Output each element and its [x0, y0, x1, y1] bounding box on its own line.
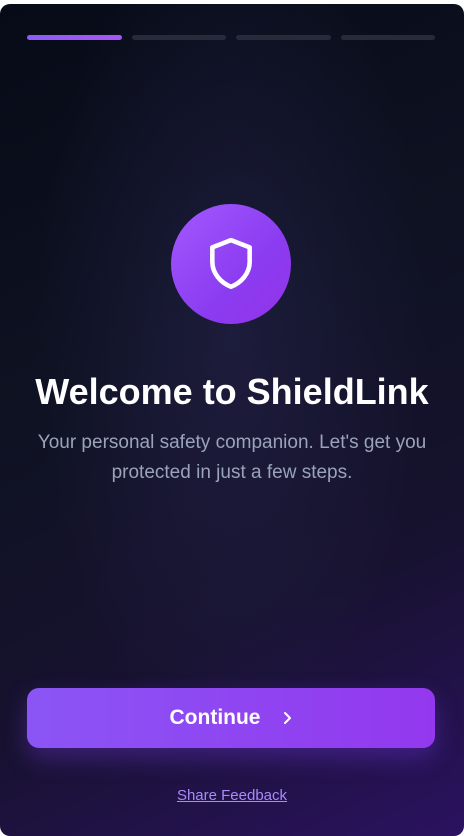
page-subtitle: Your personal safety companion. Let's ge… — [37, 432, 427, 483]
page-title: Welcome to ShieldLink — [35, 371, 429, 412]
onboarding-screen: Welcome to ShieldLink Your personal safe… — [0, 4, 464, 836]
progress-step-1 — [27, 35, 122, 40]
step-progress-bar — [27, 35, 435, 40]
feedback-container: Share Feedback — [0, 787, 464, 805]
chevron-right-icon — [282, 711, 292, 725]
share-feedback-link[interactable]: Share Feedback — [177, 787, 287, 804]
progress-step-3 — [236, 35, 331, 40]
shield-icon — [210, 237, 252, 290]
continue-button[interactable]: Continue — [27, 688, 435, 748]
continue-button-label: Continue — [169, 706, 261, 729]
progress-step-4 — [340, 35, 435, 40]
progress-step-2 — [131, 35, 226, 40]
hero-icon-circle — [171, 204, 291, 324]
